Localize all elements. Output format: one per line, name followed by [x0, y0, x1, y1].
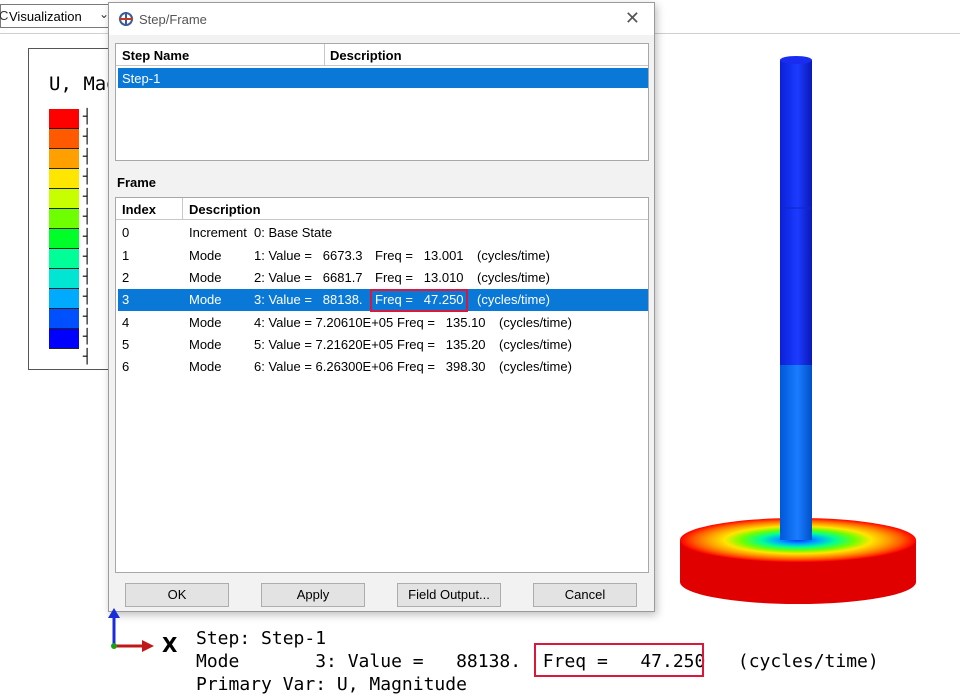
shaft-cap [780, 56, 812, 64]
legend-color-swatch [49, 189, 79, 209]
legend-tick-mark: ┤ [83, 269, 92, 285]
legend-color-swatch [49, 169, 79, 189]
legend-color-bars [49, 109, 79, 349]
legend-color-swatch [49, 309, 79, 329]
frame-freq: Freq = 13.001 [375, 248, 464, 263]
frame-table-header: Index Description [116, 198, 648, 220]
legend-tick-mark: ┤ [83, 209, 92, 225]
model-3d-view [680, 56, 916, 604]
module-edge-glyph: C [0, 8, 9, 23]
apply-button[interactable]: Apply [261, 583, 365, 607]
frame-type: Mode [189, 248, 222, 263]
frame-type: Increment [189, 225, 247, 240]
shaft-lower [780, 365, 812, 540]
cancel-button[interactable]: Cancel [533, 583, 637, 607]
col-index[interactable]: Index [122, 202, 156, 217]
info-freq-highlight-box [534, 643, 704, 677]
legend-color-swatch [49, 129, 79, 149]
frame-index: 2 [122, 270, 130, 285]
step-name: Step-1 [122, 71, 161, 86]
legend-color-swatch [49, 249, 79, 269]
legend-color-swatch [49, 209, 79, 229]
frame-unit: (cycles/time) [477, 270, 550, 285]
frame-type: Mode [189, 270, 222, 285]
frame-row-selected[interactable]: 3 Mode 3: Value = 88138. Freq = 47.250 (… [118, 289, 648, 312]
ok-button[interactable]: OK [125, 583, 229, 607]
legend-color-swatch [49, 329, 79, 349]
frame-value: 5: Value = 7.21620E+05 [254, 337, 394, 352]
dialog-title: Step/Frame [139, 12, 207, 27]
frame-value: 1: Value = 6673.3 [254, 248, 363, 263]
app-icon [119, 12, 133, 26]
frame-freq: Freq = 135.10 [397, 315, 486, 330]
legend-color-swatch [49, 149, 79, 169]
legend-tick-mark: ┤ [83, 229, 92, 245]
frame-value: 4: Value = 7.20610E+05 [254, 315, 394, 330]
frame-value: 3: Value = 88138. [254, 292, 363, 307]
frame-row[interactable]: 6 Mode 6: Value = 6.26300E+06 Freq = 398… [118, 356, 648, 378]
legend-tick-mark: ┤ [83, 149, 92, 165]
legend-color-swatch [49, 289, 79, 309]
frame-index: 5 [122, 337, 130, 352]
frame-value: 0: Base State [254, 225, 333, 240]
frame-row[interactable]: 5 Mode 5: Value = 7.21620E+05 Freq = 135… [118, 334, 648, 356]
col-step-name[interactable]: Step Name [122, 48, 189, 63]
legend-tick-mark: ┤ [83, 129, 92, 145]
frame-unit: (cycles/time) [477, 292, 550, 307]
frame-type: Mode [189, 292, 222, 307]
frame-row[interactable]: 4 Mode 4: Value = 7.20610E+05 Freq = 135… [118, 312, 648, 334]
legend-tick-mark: ┤ [83, 309, 92, 325]
dialog-titlebar[interactable]: Step/Frame ✕ [109, 3, 654, 35]
legend-tick-mark: ┤ [83, 349, 92, 365]
step-frame-dialog: Step/Frame ✕ Step Name Description Step-… [108, 2, 655, 612]
frame-unit: (cycles/time) [499, 315, 572, 330]
step-row[interactable]: Step-1 [118, 68, 648, 88]
frame-index: 3 [122, 292, 130, 307]
legend-tick-mark: ┤ [83, 249, 92, 265]
frame-type: Mode [189, 315, 222, 330]
col-frame-description[interactable]: Description [189, 202, 261, 217]
axis-triad: X [108, 608, 178, 657]
frame-index: 6 [122, 359, 130, 374]
frame-unit: (cycles/time) [477, 248, 550, 263]
frame-index: 1 [122, 248, 130, 263]
frame-row[interactable]: 0 Increment 0: Base State [118, 222, 648, 244]
frame-unit: (cycles/time) [499, 337, 572, 352]
shaft-upper [780, 60, 812, 365]
frame-row[interactable]: 2 Mode 2: Value = 6681.7 Freq = 13.010 (… [118, 267, 648, 289]
info-unit: (cycles/time) [705, 651, 879, 672]
legend-tick-mark: ┤ [83, 289, 92, 305]
frame-unit: (cycles/time) [499, 359, 572, 374]
legend-tick-mark: ┤ [83, 329, 92, 345]
frame-section-label: Frame [117, 175, 157, 190]
legend-ticks: ┤ ┤ ┤ ┤ ┤ ┤ ┤ ┤ ┤ ┤ ┤ ┤ ┤ [83, 107, 91, 367]
legend-color-swatch [49, 229, 79, 249]
field-output-button[interactable]: Field Output... [397, 583, 501, 607]
frame-freq: Freq = 47.250 [375, 292, 464, 307]
axis-x-label: X [162, 633, 178, 657]
frame-index: 0 [122, 225, 130, 240]
legend-tick-mark: ┤ [83, 109, 92, 125]
frame-freq: Freq = 398.30 [397, 359, 486, 374]
module-select[interactable]: C Visualization ⌄ [0, 4, 112, 28]
module-select-value: Visualization [9, 9, 82, 24]
step-table-header: Step Name Description [116, 44, 648, 66]
frame-freq: Freq = 13.010 [375, 270, 464, 285]
frame-value: 2: Value = 6681.7 [254, 270, 363, 285]
frame-table: Index Description 0 Increment 0: Base St… [115, 197, 649, 573]
col-step-description[interactable]: Description [330, 48, 402, 63]
frame-freq: Freq = 135.20 [397, 337, 486, 352]
frame-row[interactable]: 1 Mode 1: Value = 6673.3 Freq = 13.001 (… [118, 245, 648, 267]
frame-value: 6: Value = 6.26300E+06 [254, 359, 394, 374]
legend-color-swatch [49, 109, 79, 129]
step-table: Step Name Description Step-1 [115, 43, 649, 161]
frame-type: Mode [189, 337, 222, 352]
frame-index: 4 [122, 315, 130, 330]
close-icon[interactable]: ✕ [625, 8, 640, 29]
legend-tick-mark: ┤ [83, 189, 92, 205]
legend-color-swatch [49, 269, 79, 289]
frame-type: Mode [189, 359, 222, 374]
legend-tick-mark: ┤ [83, 169, 92, 185]
